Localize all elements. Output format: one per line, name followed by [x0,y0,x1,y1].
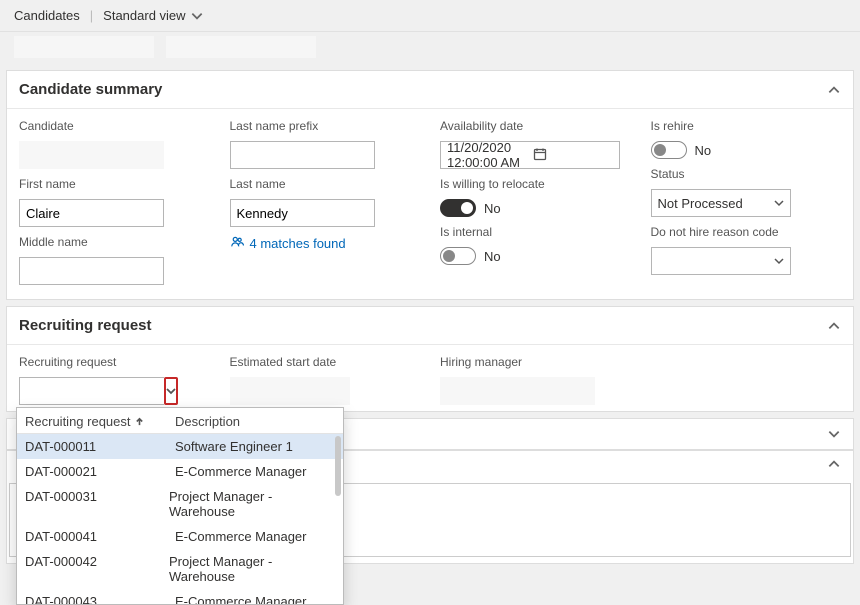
recruiting-request-field[interactable] [19,377,164,405]
dropdown-scrollbar[interactable] [335,436,341,496]
label-estimated-start: Estimated start date [230,355,421,369]
is-internal-toggle[interactable]: No [440,247,631,265]
dropdown-row-id: DAT-000041 [25,529,175,544]
label-is-rehire: Is rehire [651,119,842,133]
hiring-manager-placeholder [440,377,595,405]
dropdown-row-id: DAT-000011 [25,439,175,454]
availability-date-value: 11/20/2020 12:00:00 AM [447,140,527,170]
status-value: Not Processed [658,196,743,211]
label-hiring-manager: Hiring manager [440,355,631,369]
ribbon-placeholder [0,32,860,64]
chevron-down-icon [190,9,204,23]
dropdown-row[interactable]: DAT-000011Software Engineer 1 [17,434,343,459]
middle-name-field[interactable] [19,257,164,285]
chevron-down-icon [827,427,841,441]
is-internal-value: No [484,249,501,264]
dropdown-row-desc: Project Manager - Warehouse [169,489,335,519]
label-last-name: Last name [230,177,421,191]
dropdown-row-id: DAT-000031 [25,489,169,519]
first-name-field[interactable] [19,199,164,227]
chevron-down-icon [774,196,784,211]
sort-asc-icon [135,414,144,429]
dropdown-row-desc: Project Manager - Warehouse [169,554,335,584]
panel-title: Candidate summary [19,81,162,98]
label-last-name-prefix: Last name prefix [230,119,421,133]
do-not-hire-select[interactable] [651,247,791,275]
chevron-down-icon [166,386,176,396]
label-candidate: Candidate [19,119,210,133]
status-select[interactable]: Not Processed [651,189,791,217]
candidate-summary-panel: Candidate summary Candidate First name M… [6,70,854,300]
label-status: Status [651,167,842,181]
dropdown-col-request[interactable]: Recruiting request [25,414,175,429]
collapse-panel-icon[interactable] [827,457,841,471]
recruiting-request-panel: Recruiting request Recruiting request [6,306,854,412]
module-breadcrumb[interactable]: Candidates [14,8,80,23]
is-rehire-toggle[interactable]: No [651,141,842,159]
label-is-internal: Is internal [440,225,631,239]
last-name-prefix-field[interactable] [230,141,375,169]
dropdown-row[interactable]: DAT-000031Project Manager - Warehouse [17,484,343,524]
label-do-not-hire: Do not hire reason code [651,225,842,239]
dropdown-row-desc: E-Commerce Manager [175,529,307,544]
dropdown-row[interactable]: DAT-000041E-Commerce Manager [17,524,343,549]
label-middle-name: Middle name [19,235,210,249]
label-availability-date: Availability date [440,119,631,133]
availability-date-field[interactable]: 11/20/2020 12:00:00 AM [440,141,620,169]
is-willing-toggle[interactable]: No [440,199,631,217]
view-switcher[interactable]: Standard view [103,8,203,23]
estimated-start-placeholder [230,377,350,405]
label-recruiting-request: Recruiting request [19,355,210,369]
candidate-value-placeholder [19,141,164,169]
breadcrumb-divider: | [90,8,93,23]
last-name-field[interactable] [230,199,375,227]
label-first-name: First name [19,177,210,191]
recruiting-request-dropdown: Recruiting request Description DAT-00001… [16,407,344,605]
dropdown-row-id: DAT-000043 [25,594,175,604]
collapse-panel-icon[interactable] [827,83,841,97]
dropdown-col-description[interactable]: Description [175,414,240,429]
chevron-down-icon [774,254,784,269]
is-rehire-value: No [695,143,712,158]
dropdown-row[interactable]: DAT-000043E-Commerce Manager [17,589,343,604]
label-is-willing: Is willing to relocate [440,177,631,191]
dropdown-row-desc: E-Commerce Manager [175,594,307,604]
collapse-panel-icon[interactable] [827,319,841,333]
is-willing-value: No [484,201,501,216]
dropdown-row-id: DAT-000021 [25,464,175,479]
people-icon [230,235,244,252]
dropdown-row[interactable]: DAT-000021E-Commerce Manager [17,459,343,484]
dropdown-row-desc: Software Engineer 1 [175,439,293,454]
recruiting-request-lookup-button[interactable] [164,377,178,405]
calendar-icon[interactable] [533,147,613,164]
dropdown-row[interactable]: DAT-000042Project Manager - Warehouse [17,549,343,589]
panel-title: Recruiting request [19,317,152,334]
dropdown-row-desc: E-Commerce Manager [175,464,307,479]
dropdown-row-id: DAT-000042 [25,554,169,584]
view-label: Standard view [103,8,185,23]
matches-found-link[interactable]: 4 matches found [230,235,421,252]
matches-found-text: 4 matches found [250,236,346,251]
